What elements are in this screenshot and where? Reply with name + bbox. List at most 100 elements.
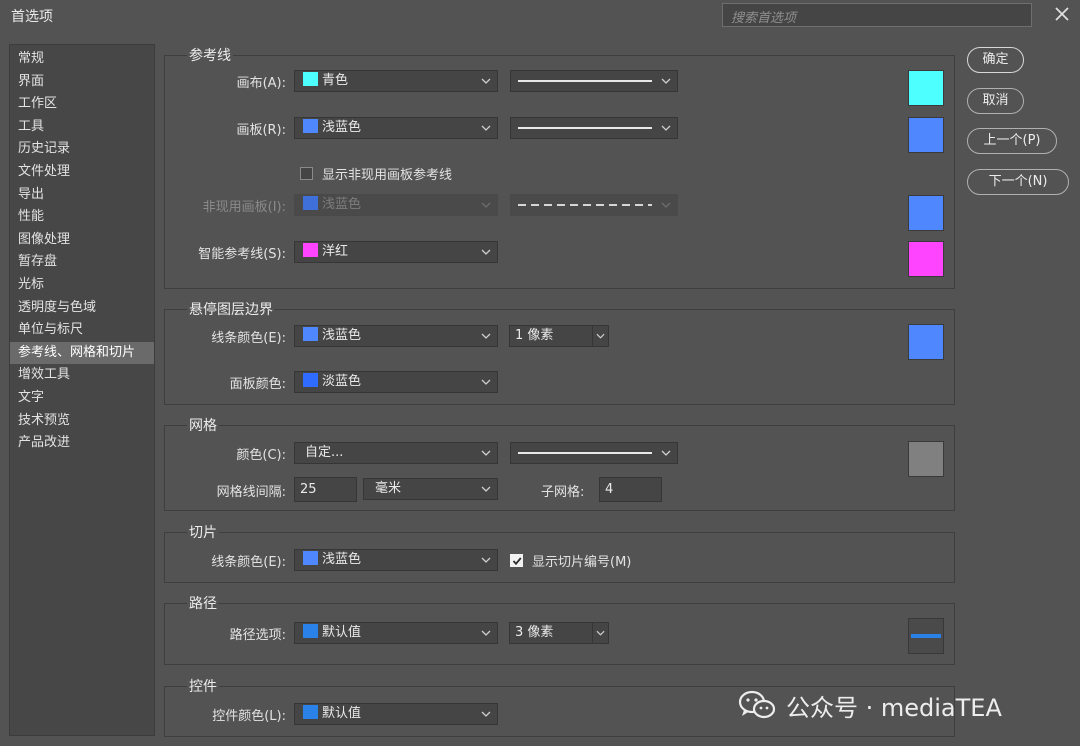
window-title: 首选项 (11, 9, 53, 25)
path-preview-swatch[interactable] (908, 618, 944, 654)
subdivisions-label: 子网格: (541, 485, 585, 500)
sidebar-item-technology-previews[interactable]: 技术预览 (10, 410, 154, 433)
inactive-artboard-label: 非现用画板(I): (202, 200, 286, 215)
control-color-dropdown[interactable]: 默认值 (294, 703, 498, 725)
close-icon (1055, 7, 1069, 21)
close-button[interactable] (1051, 3, 1073, 25)
grid-color-value: 自定... (305, 445, 344, 460)
dashed-line-sample (518, 204, 652, 206)
inactive-artboard-color-dropdown[interactable]: 浅蓝色 (294, 194, 498, 216)
watermark-text: 公众号 · mediaTEA (786, 693, 1002, 722)
show-inactive-artboard-guides-label: 显示非现用画板参考线 (322, 168, 453, 183)
ok-button[interactable]: 确定 (967, 47, 1024, 73)
path-width-value: 3 像素 (515, 625, 554, 640)
sidebar-item-cursors[interactable]: 光标 (10, 274, 154, 297)
artboard-color-chip (303, 119, 318, 133)
grid-color-swatch[interactable] (908, 441, 944, 477)
sidebar-item-plugins[interactable]: 增效工具 (10, 364, 154, 387)
chevron-down-icon (481, 72, 491, 90)
sidebar-item-transparency-gamut[interactable]: 透明度与色域 (10, 297, 154, 320)
sidebar-item-scratch-disks[interactable]: 暂存盘 (10, 251, 154, 274)
canvas-line-style-dropdown[interactable] (510, 70, 678, 92)
inactive-artboard-color-swatch[interactable] (908, 195, 944, 231)
sidebar: 常规 界面 工作区 工具 历史记录 文件处理 导出 性能 图像处理 暂存盘 光标… (9, 44, 155, 736)
artboard-color-label: 画板(R): (236, 123, 286, 138)
sidebar-item-product-improvement[interactable]: 产品改进 (10, 432, 154, 455)
gridline-unit-dropdown[interactable]: 毫米 (363, 478, 498, 500)
chevron-down-icon (481, 480, 491, 498)
sidebar-item-workspace[interactable]: 工作区 (10, 93, 154, 116)
search-input[interactable]: 搜索首选项 (722, 3, 1032, 27)
path-color-chip (303, 624, 318, 638)
canvas-color-dropdown[interactable]: 青色 (294, 70, 498, 92)
sidebar-item-image-processing[interactable]: 图像处理 (10, 229, 154, 252)
path-line-preview (911, 634, 941, 638)
chevron-down-icon (661, 444, 671, 462)
grid-color-label: 颜色(C): (236, 448, 286, 463)
sidebar-item-history[interactable]: 历史记录 (10, 138, 154, 161)
hover-line-color-swatch[interactable] (908, 324, 944, 360)
slice-line-color-name: 浅蓝色 (322, 552, 362, 567)
hover-panel-color-dropdown[interactable]: 淡蓝色 (294, 371, 498, 393)
smart-guides-color-name: 洋红 (322, 244, 349, 259)
sidebar-item-export[interactable]: 导出 (10, 184, 154, 207)
sidebar-item-interface[interactable]: 界面 (10, 71, 154, 94)
artboard-color-swatch[interactable] (908, 117, 944, 153)
smart-guides-color-swatch[interactable] (908, 241, 944, 277)
chevron-down-icon (481, 119, 491, 137)
show-slice-numbers-checkbox[interactable] (510, 554, 523, 567)
path-width-select[interactable]: 3 像素 (509, 622, 609, 644)
canvas-color-swatch[interactable] (908, 70, 944, 106)
grid-line-style-dropdown[interactable] (510, 442, 678, 464)
artboard-color-dropdown[interactable]: 浅蓝色 (294, 117, 498, 139)
chevron-down-icon (481, 624, 491, 642)
slice-line-color-label: 线条颜色(E): (211, 555, 286, 570)
slice-line-color-dropdown[interactable]: 浅蓝色 (294, 549, 498, 571)
controls-section-title: 控件 (187, 676, 219, 696)
slice-line-color-chip (303, 551, 318, 565)
wechat-icon (738, 690, 776, 719)
sidebar-item-general[interactable]: 常规 (10, 48, 154, 71)
previous-button[interactable]: 上一个(P) (967, 128, 1057, 154)
grid-color-dropdown[interactable]: 自定... (294, 442, 498, 464)
inactive-artboard-color-chip (303, 196, 318, 210)
hover-line-width-select[interactable]: 1 像素 (509, 325, 609, 347)
hover-line-color-dropdown[interactable]: 浅蓝色 (294, 325, 498, 347)
inactive-artboard-color-name: 浅蓝色 (322, 197, 362, 212)
chevron-down-icon (481, 196, 491, 214)
sidebar-item-guides-grid-slices[interactable]: 参考线、网格和切片 (10, 341, 154, 365)
inactive-artboard-line-style-dropdown[interactable] (510, 194, 678, 216)
cancel-button[interactable]: 取消 (967, 88, 1024, 114)
gridline-every-input[interactable]: 25 (294, 477, 357, 502)
title-bar: 首选项 搜索首选项 (0, 0, 1080, 30)
canvas-color-name: 青色 (322, 73, 349, 88)
sidebar-item-tools[interactable]: 工具 (10, 116, 154, 139)
artboard-line-style-dropdown[interactable] (510, 117, 678, 139)
hover-panel-color-chip (303, 373, 318, 387)
path-options-label: 路径选项: (229, 628, 286, 643)
sidebar-item-file-handling[interactable]: 文件处理 (10, 161, 154, 184)
sidebar-item-type[interactable]: 文字 (10, 387, 154, 410)
sidebar-item-performance[interactable]: 性能 (10, 206, 154, 229)
hover-line-color-name: 浅蓝色 (322, 328, 362, 343)
chevron-down-icon (661, 72, 671, 90)
chevron-down-icon (481, 551, 491, 569)
guides-section-title: 参考线 (187, 45, 233, 65)
solid-line-sample (518, 80, 652, 82)
gridline-unit-value: 毫米 (375, 481, 402, 496)
next-button[interactable]: 下一个(N) (967, 169, 1069, 195)
path-options-dropdown[interactable]: 默认值 (294, 622, 498, 644)
solid-line-sample (518, 127, 652, 129)
chevron-down-icon (661, 196, 671, 214)
grid-section-title: 网格 (187, 415, 219, 435)
smart-guides-color-dropdown[interactable]: 洋红 (294, 241, 498, 263)
watermark: 公众号 · mediaTEA (738, 688, 1002, 722)
show-inactive-artboard-guides-checkbox[interactable] (300, 167, 313, 180)
chevron-down-icon (481, 373, 491, 391)
hover-line-color-chip (303, 327, 318, 341)
sidebar-item-units-rulers[interactable]: 单位与标尺 (10, 319, 154, 342)
subdivisions-input[interactable]: 4 (599, 477, 662, 502)
hover-line-color-label: 线条颜色(E): (211, 331, 286, 346)
hover-layer-section-title: 悬停图层边界 (187, 299, 275, 319)
artboard-color-name: 浅蓝色 (322, 120, 362, 135)
